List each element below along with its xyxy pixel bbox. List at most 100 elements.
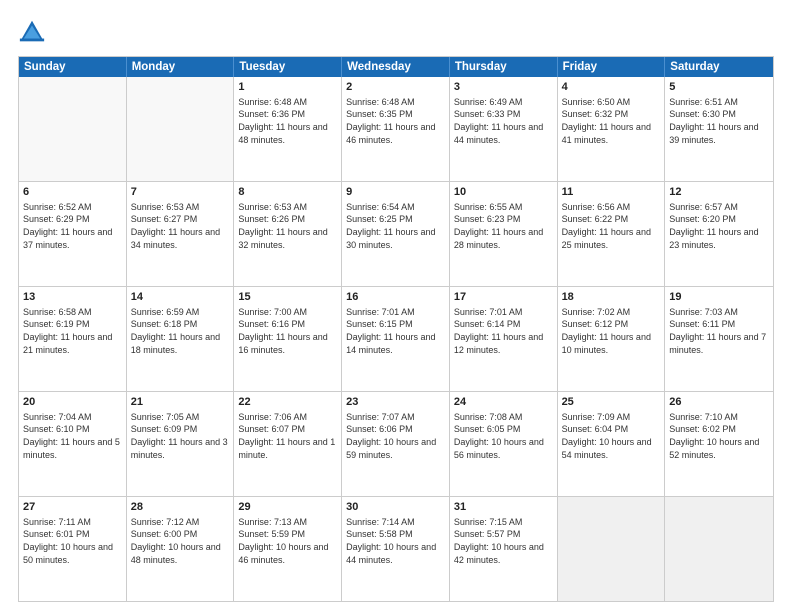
cell-info: Sunrise: 7:12 AM Sunset: 6:00 PM Dayligh… [131, 516, 230, 566]
day-number: 20 [23, 395, 122, 410]
cell-info: Sunrise: 7:05 AM Sunset: 6:09 PM Dayligh… [131, 411, 230, 461]
calendar-cell: 17Sunrise: 7:01 AM Sunset: 6:14 PM Dayli… [450, 287, 558, 391]
calendar-cell: 10Sunrise: 6:55 AM Sunset: 6:23 PM Dayli… [450, 182, 558, 286]
calendar-cell: 12Sunrise: 6:57 AM Sunset: 6:20 PM Dayli… [665, 182, 773, 286]
cell-info: Sunrise: 6:55 AM Sunset: 6:23 PM Dayligh… [454, 201, 553, 251]
page: SundayMondayTuesdayWednesdayThursdayFrid… [0, 0, 792, 612]
calendar-row-3: 13Sunrise: 6:58 AM Sunset: 6:19 PM Dayli… [19, 286, 773, 391]
cell-info: Sunrise: 7:00 AM Sunset: 6:16 PM Dayligh… [238, 306, 337, 356]
calendar-cell [665, 497, 773, 601]
cell-info: Sunrise: 7:06 AM Sunset: 6:07 PM Dayligh… [238, 411, 337, 461]
calendar-header: SundayMondayTuesdayWednesdayThursdayFrid… [19, 57, 773, 77]
calendar-cell: 14Sunrise: 6:59 AM Sunset: 6:18 PM Dayli… [127, 287, 235, 391]
cell-info: Sunrise: 7:04 AM Sunset: 6:10 PM Dayligh… [23, 411, 122, 461]
day-number: 24 [454, 395, 553, 410]
logo-icon [18, 18, 46, 46]
day-number: 5 [669, 80, 769, 95]
day-number: 27 [23, 500, 122, 515]
header [18, 18, 774, 46]
calendar-cell: 5Sunrise: 6:51 AM Sunset: 6:30 PM Daylig… [665, 77, 773, 181]
header-day-saturday: Saturday [665, 57, 773, 77]
logo [18, 18, 50, 46]
calendar-cell: 30Sunrise: 7:14 AM Sunset: 5:58 PM Dayli… [342, 497, 450, 601]
day-number: 21 [131, 395, 230, 410]
cell-info: Sunrise: 7:13 AM Sunset: 5:59 PM Dayligh… [238, 516, 337, 566]
cell-info: Sunrise: 7:01 AM Sunset: 6:14 PM Dayligh… [454, 306, 553, 356]
calendar-cell: 4Sunrise: 6:50 AM Sunset: 6:32 PM Daylig… [558, 77, 666, 181]
calendar-cell: 9Sunrise: 6:54 AM Sunset: 6:25 PM Daylig… [342, 182, 450, 286]
day-number: 25 [562, 395, 661, 410]
calendar-cell [127, 77, 235, 181]
day-number: 4 [562, 80, 661, 95]
cell-info: Sunrise: 7:14 AM Sunset: 5:58 PM Dayligh… [346, 516, 445, 566]
calendar-cell: 27Sunrise: 7:11 AM Sunset: 6:01 PM Dayli… [19, 497, 127, 601]
day-number: 17 [454, 290, 553, 305]
calendar-cell: 3Sunrise: 6:49 AM Sunset: 6:33 PM Daylig… [450, 77, 558, 181]
day-number: 13 [23, 290, 122, 305]
cell-info: Sunrise: 7:15 AM Sunset: 5:57 PM Dayligh… [454, 516, 553, 566]
header-day-friday: Friday [558, 57, 666, 77]
cell-info: Sunrise: 7:03 AM Sunset: 6:11 PM Dayligh… [669, 306, 769, 356]
cell-info: Sunrise: 7:09 AM Sunset: 6:04 PM Dayligh… [562, 411, 661, 461]
day-number: 10 [454, 185, 553, 200]
cell-info: Sunrise: 7:11 AM Sunset: 6:01 PM Dayligh… [23, 516, 122, 566]
calendar-cell: 6Sunrise: 6:52 AM Sunset: 6:29 PM Daylig… [19, 182, 127, 286]
calendar-cell: 11Sunrise: 6:56 AM Sunset: 6:22 PM Dayli… [558, 182, 666, 286]
calendar-cell: 15Sunrise: 7:00 AM Sunset: 6:16 PM Dayli… [234, 287, 342, 391]
day-number: 3 [454, 80, 553, 95]
cell-info: Sunrise: 6:58 AM Sunset: 6:19 PM Dayligh… [23, 306, 122, 356]
cell-info: Sunrise: 6:51 AM Sunset: 6:30 PM Dayligh… [669, 96, 769, 146]
calendar-cell: 1Sunrise: 6:48 AM Sunset: 6:36 PM Daylig… [234, 77, 342, 181]
cell-info: Sunrise: 6:52 AM Sunset: 6:29 PM Dayligh… [23, 201, 122, 251]
day-number: 19 [669, 290, 769, 305]
header-day-monday: Monday [127, 57, 235, 77]
day-number: 9 [346, 185, 445, 200]
cell-info: Sunrise: 6:54 AM Sunset: 6:25 PM Dayligh… [346, 201, 445, 251]
day-number: 8 [238, 185, 337, 200]
cell-info: Sunrise: 7:01 AM Sunset: 6:15 PM Dayligh… [346, 306, 445, 356]
calendar-cell: 7Sunrise: 6:53 AM Sunset: 6:27 PM Daylig… [127, 182, 235, 286]
calendar-row-4: 20Sunrise: 7:04 AM Sunset: 6:10 PM Dayli… [19, 391, 773, 496]
cell-info: Sunrise: 6:48 AM Sunset: 6:35 PM Dayligh… [346, 96, 445, 146]
day-number: 28 [131, 500, 230, 515]
calendar-cell: 13Sunrise: 6:58 AM Sunset: 6:19 PM Dayli… [19, 287, 127, 391]
day-number: 12 [669, 185, 769, 200]
header-day-thursday: Thursday [450, 57, 558, 77]
calendar-cell: 19Sunrise: 7:03 AM Sunset: 6:11 PM Dayli… [665, 287, 773, 391]
day-number: 16 [346, 290, 445, 305]
cell-info: Sunrise: 7:10 AM Sunset: 6:02 PM Dayligh… [669, 411, 769, 461]
day-number: 18 [562, 290, 661, 305]
calendar: SundayMondayTuesdayWednesdayThursdayFrid… [18, 56, 774, 602]
calendar-cell: 31Sunrise: 7:15 AM Sunset: 5:57 PM Dayli… [450, 497, 558, 601]
calendar-cell: 16Sunrise: 7:01 AM Sunset: 6:15 PM Dayli… [342, 287, 450, 391]
calendar-cell: 20Sunrise: 7:04 AM Sunset: 6:10 PM Dayli… [19, 392, 127, 496]
calendar-cell: 18Sunrise: 7:02 AM Sunset: 6:12 PM Dayli… [558, 287, 666, 391]
cell-info: Sunrise: 6:56 AM Sunset: 6:22 PM Dayligh… [562, 201, 661, 251]
header-day-wednesday: Wednesday [342, 57, 450, 77]
day-number: 2 [346, 80, 445, 95]
header-day-tuesday: Tuesday [234, 57, 342, 77]
cell-info: Sunrise: 7:08 AM Sunset: 6:05 PM Dayligh… [454, 411, 553, 461]
cell-info: Sunrise: 7:02 AM Sunset: 6:12 PM Dayligh… [562, 306, 661, 356]
cell-info: Sunrise: 6:49 AM Sunset: 6:33 PM Dayligh… [454, 96, 553, 146]
calendar-cell: 21Sunrise: 7:05 AM Sunset: 6:09 PM Dayli… [127, 392, 235, 496]
day-number: 22 [238, 395, 337, 410]
cell-info: Sunrise: 6:53 AM Sunset: 6:26 PM Dayligh… [238, 201, 337, 251]
header-day-sunday: Sunday [19, 57, 127, 77]
day-number: 30 [346, 500, 445, 515]
day-number: 7 [131, 185, 230, 200]
day-number: 15 [238, 290, 337, 305]
cell-info: Sunrise: 6:50 AM Sunset: 6:32 PM Dayligh… [562, 96, 661, 146]
day-number: 31 [454, 500, 553, 515]
cell-info: Sunrise: 6:48 AM Sunset: 6:36 PM Dayligh… [238, 96, 337, 146]
calendar-body: 1Sunrise: 6:48 AM Sunset: 6:36 PM Daylig… [19, 77, 773, 601]
calendar-cell: 25Sunrise: 7:09 AM Sunset: 6:04 PM Dayli… [558, 392, 666, 496]
day-number: 11 [562, 185, 661, 200]
day-number: 6 [23, 185, 122, 200]
cell-info: Sunrise: 6:53 AM Sunset: 6:27 PM Dayligh… [131, 201, 230, 251]
cell-info: Sunrise: 6:59 AM Sunset: 6:18 PM Dayligh… [131, 306, 230, 356]
calendar-cell: 24Sunrise: 7:08 AM Sunset: 6:05 PM Dayli… [450, 392, 558, 496]
calendar-cell: 8Sunrise: 6:53 AM Sunset: 6:26 PM Daylig… [234, 182, 342, 286]
day-number: 29 [238, 500, 337, 515]
calendar-cell: 23Sunrise: 7:07 AM Sunset: 6:06 PM Dayli… [342, 392, 450, 496]
